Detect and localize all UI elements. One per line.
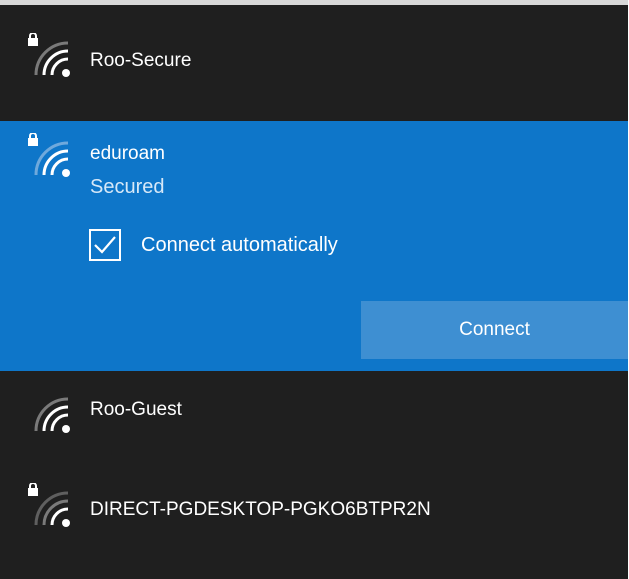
connect-automatically-checkbox[interactable]: Connect automatically xyxy=(89,227,338,263)
checkbox-checked-icon[interactable] xyxy=(89,229,121,261)
network-item-roo-secure[interactable]: Roo-Secure xyxy=(0,5,628,121)
wifi-secure-icon xyxy=(26,483,76,527)
network-ssid: DIRECT-PGDESKTOP-PGKO6BTPR2N xyxy=(90,499,431,520)
network-status: Secured xyxy=(90,176,165,198)
connect-automatically-label: Connect automatically xyxy=(141,233,338,256)
wifi-secure-icon xyxy=(26,133,76,177)
wifi-secure-icon xyxy=(26,33,76,77)
network-ssid: Roo-Guest xyxy=(90,399,182,420)
wifi-icon xyxy=(26,389,76,433)
network-item-roo-guest[interactable]: Roo-Guest xyxy=(0,371,628,461)
connect-button[interactable]: Connect xyxy=(361,301,628,359)
wifi-network-list: Roo-Secure eduroam Secured Connect autom… xyxy=(0,0,628,579)
network-ssid: Roo-Secure xyxy=(90,50,192,71)
network-ssid: eduroam xyxy=(90,143,165,164)
network-item-direct-pgdesktop[interactable]: DIRECT-PGDESKTOP-PGKO6BTPR2N xyxy=(0,461,628,579)
network-item-eduroam[interactable]: eduroam Secured Connect automatically Co… xyxy=(0,121,628,371)
